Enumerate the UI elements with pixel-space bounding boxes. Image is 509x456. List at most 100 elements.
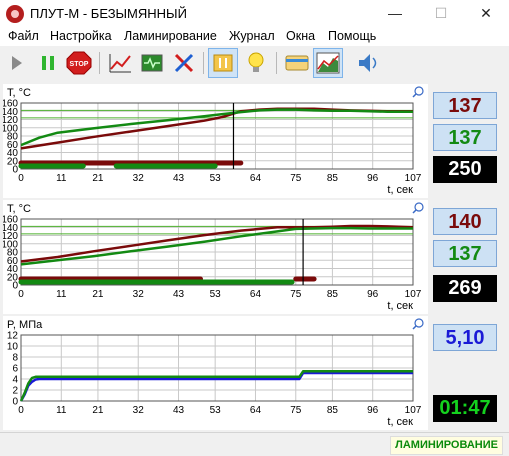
graph-view-icon bbox=[316, 52, 340, 74]
menu-bar: Файл Настройка Ламинирование Журнал Окна… bbox=[0, 28, 509, 46]
stop-button[interactable]: STOP bbox=[64, 48, 94, 78]
toolbar: STOP bbox=[0, 46, 509, 82]
title-bar: ПЛУТ-М - БЕЗЫМЯННЫЙ — ☐ ✕ bbox=[0, 0, 509, 28]
monitor-icon bbox=[141, 54, 163, 72]
graph-view-button[interactable] bbox=[313, 48, 343, 78]
zoom-icon[interactable] bbox=[412, 318, 424, 330]
chart-button[interactable] bbox=[105, 48, 135, 78]
menu-journal[interactable]: Журнал bbox=[229, 29, 275, 43]
x-tick-label: 53 bbox=[210, 289, 222, 300]
menu-help[interactable]: Помощь bbox=[328, 29, 376, 43]
x-axis-label: t, сек bbox=[387, 416, 413, 428]
zoom-icon-handle bbox=[412, 209, 417, 214]
x-tick-label: 107 bbox=[405, 173, 422, 184]
x-tick-label: 21 bbox=[92, 289, 104, 300]
x-tick-label: 96 bbox=[367, 173, 379, 184]
x-tick-label: 75 bbox=[290, 173, 302, 184]
speaker-icon bbox=[359, 54, 377, 72]
x-tick-label: 64 bbox=[250, 289, 262, 300]
y-tick-label: 4 bbox=[12, 375, 18, 386]
y-axis-label: P, МПа bbox=[7, 319, 43, 331]
x-tick-label: 107 bbox=[405, 405, 422, 416]
x-tick-label: 75 bbox=[290, 405, 302, 416]
window-title: ПЛУТ-М - БЕЗЫМЯННЫЙ bbox=[30, 6, 187, 21]
zoom-icon-handle bbox=[412, 93, 417, 98]
app-icon bbox=[6, 5, 24, 23]
x-tick-label: 0 bbox=[18, 289, 24, 300]
y-axis-label: T, °C bbox=[7, 203, 31, 215]
timer-readout: 01:47 bbox=[433, 395, 497, 422]
x-tick-label: 107 bbox=[405, 289, 422, 300]
zoom-icon-lens bbox=[414, 318, 424, 328]
heater-toggle-button[interactable] bbox=[208, 48, 238, 78]
pause-icon bbox=[42, 56, 54, 70]
x-tick-label: 0 bbox=[18, 405, 24, 416]
x-tick-label: 11 bbox=[56, 405, 67, 416]
x-tick-label: 43 bbox=[173, 405, 185, 416]
x-tick-label: 85 bbox=[327, 289, 339, 300]
x-tick-label: 64 bbox=[250, 405, 262, 416]
tools-button[interactable] bbox=[169, 48, 199, 78]
x-axis-label: t, сек bbox=[387, 300, 413, 312]
zoom-icon[interactable] bbox=[412, 86, 424, 98]
pressure-readout: 5,10 bbox=[433, 324, 497, 351]
lightbulb-button[interactable] bbox=[241, 48, 271, 78]
zone2-lower-temp-readout: 137 bbox=[433, 240, 497, 267]
y-tick-label: 12 bbox=[7, 331, 19, 342]
x-tick-label: 32 bbox=[133, 289, 145, 300]
y-axis-label: T, °C bbox=[7, 87, 31, 99]
pressure-chart: P, МПа 0 2 4 6 8 10 12 0 11 21 32 43 53 64 75 85 96 107 t, … bbox=[3, 316, 428, 430]
x-tick-label: 43 bbox=[173, 289, 185, 300]
series-line bbox=[19, 370, 413, 402]
x-tick-label: 21 bbox=[92, 405, 104, 416]
toolbar-separator bbox=[276, 52, 277, 74]
stop-icon: STOP bbox=[66, 51, 92, 75]
toolbar-separator bbox=[203, 52, 204, 74]
y-tick-label: 10 bbox=[7, 342, 19, 353]
y-tick-label: 6 bbox=[12, 364, 18, 375]
x-tick-label: 11 bbox=[56, 289, 67, 300]
speaker-button[interactable] bbox=[353, 48, 383, 78]
temperature-chart-2-svg: T, °C0204060801001201401600 11 21 32 43 53 64 7… bbox=[3, 202, 424, 312]
lightbulb-icon bbox=[248, 52, 264, 72]
x-tick-label: 53 bbox=[210, 405, 222, 416]
status-bar: ЛАМИНИРОВАНИЕ bbox=[0, 432, 509, 456]
temperature-chart-1-svg: T, °C0204060801001201401600 11 21 32 43 53 64 7… bbox=[3, 86, 424, 196]
play-button[interactable] bbox=[2, 48, 32, 78]
tools-icon bbox=[174, 53, 194, 73]
y-tick-label: 160 bbox=[3, 99, 18, 110]
menu-lamination[interactable]: Ламинирование bbox=[124, 29, 217, 43]
zone1-setpoint-readout: 250 bbox=[433, 156, 497, 183]
x-tick-label: 11 bbox=[56, 173, 67, 184]
zoom-icon-handle bbox=[412, 325, 417, 330]
minimize-button[interactable]: — bbox=[372, 0, 418, 28]
x-tick-label: 96 bbox=[367, 405, 379, 416]
zone2-setpoint-readout: 269 bbox=[433, 275, 497, 302]
monitor-button[interactable] bbox=[137, 48, 167, 78]
x-tick-label: 75 bbox=[290, 289, 302, 300]
close-button[interactable]: ✕ bbox=[463, 0, 509, 28]
chart-icon bbox=[109, 54, 131, 73]
pause-button[interactable] bbox=[33, 48, 63, 78]
temperature-chart-1: T, °C 0 20 40 60 80 100 120 140 160 0 11 21 32 43 53 64 7… bbox=[3, 84, 428, 198]
card-icon bbox=[285, 55, 309, 71]
x-axis-label: t, сек bbox=[387, 184, 413, 196]
menu-settings[interactable]: Настройка bbox=[50, 29, 112, 43]
zone1-lower-temp-readout: 137 bbox=[433, 124, 497, 151]
zoom-icon[interactable] bbox=[412, 202, 424, 214]
x-tick-label: 21 bbox=[92, 173, 104, 184]
heater-toggle-icon bbox=[213, 54, 233, 72]
menu-windows[interactable]: Окна bbox=[286, 29, 315, 43]
y-tick-label: 2 bbox=[12, 386, 18, 397]
menu-file[interactable]: Файл bbox=[8, 29, 39, 43]
x-tick-label: 0 bbox=[18, 173, 24, 184]
x-tick-label: 43 bbox=[173, 173, 185, 184]
x-tick-label: 85 bbox=[327, 173, 339, 184]
x-tick-label: 64 bbox=[250, 173, 262, 184]
card-button[interactable] bbox=[282, 48, 312, 78]
x-tick-label: 32 bbox=[133, 173, 145, 184]
zone1-upper-temp-readout: 137 bbox=[433, 92, 497, 119]
zoom-icon-lens bbox=[414, 86, 424, 96]
status-mode-label: ЛАМИНИРОВАНИЕ bbox=[390, 436, 503, 455]
maximize-button[interactable]: ☐ bbox=[418, 0, 464, 28]
